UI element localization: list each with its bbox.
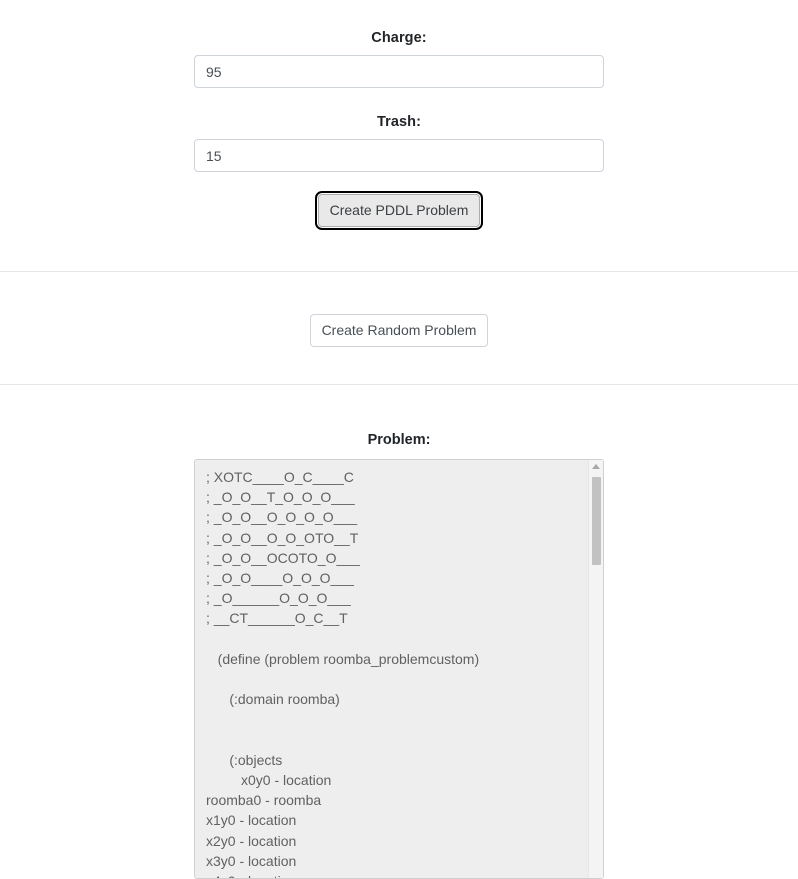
- trash-input[interactable]: [194, 139, 604, 172]
- divider-random-spacer: [0, 272, 798, 314]
- create-pddl-problem-button[interactable]: Create PDDL Problem: [314, 191, 484, 230]
- divider-2-spacer: [0, 347, 798, 384]
- problem-section: Problem:: [0, 432, 798, 879]
- charge-input[interactable]: [194, 55, 604, 88]
- page-root: Charge: Trash: Create PDDL Problem Creat…: [0, 0, 798, 879]
- trash-section: Trash:: [0, 114, 798, 172]
- charge-field-block: Charge:: [194, 30, 604, 88]
- problem-textarea-wrap: [194, 459, 604, 879]
- problem-textarea[interactable]: [194, 459, 604, 879]
- create-random-button-row: Create Random Problem: [0, 314, 798, 347]
- trash-button-spacer: [0, 172, 798, 194]
- charge-section: Charge:: [0, 30, 798, 88]
- charge-label: Charge:: [371, 30, 427, 46]
- create-random-problem-button[interactable]: Create Random Problem: [309, 314, 489, 347]
- create-pddl-button-row: Create PDDL Problem: [0, 191, 798, 230]
- problem-top-spacer: [0, 385, 798, 432]
- top-spacer: [0, 0, 798, 30]
- divider-1-spacer: [0, 227, 798, 271]
- charge-trash-spacer: [0, 88, 798, 114]
- problem-label: Problem:: [367, 432, 431, 448]
- trash-label: Trash:: [376, 114, 422, 130]
- trash-field-block: Trash:: [194, 114, 604, 172]
